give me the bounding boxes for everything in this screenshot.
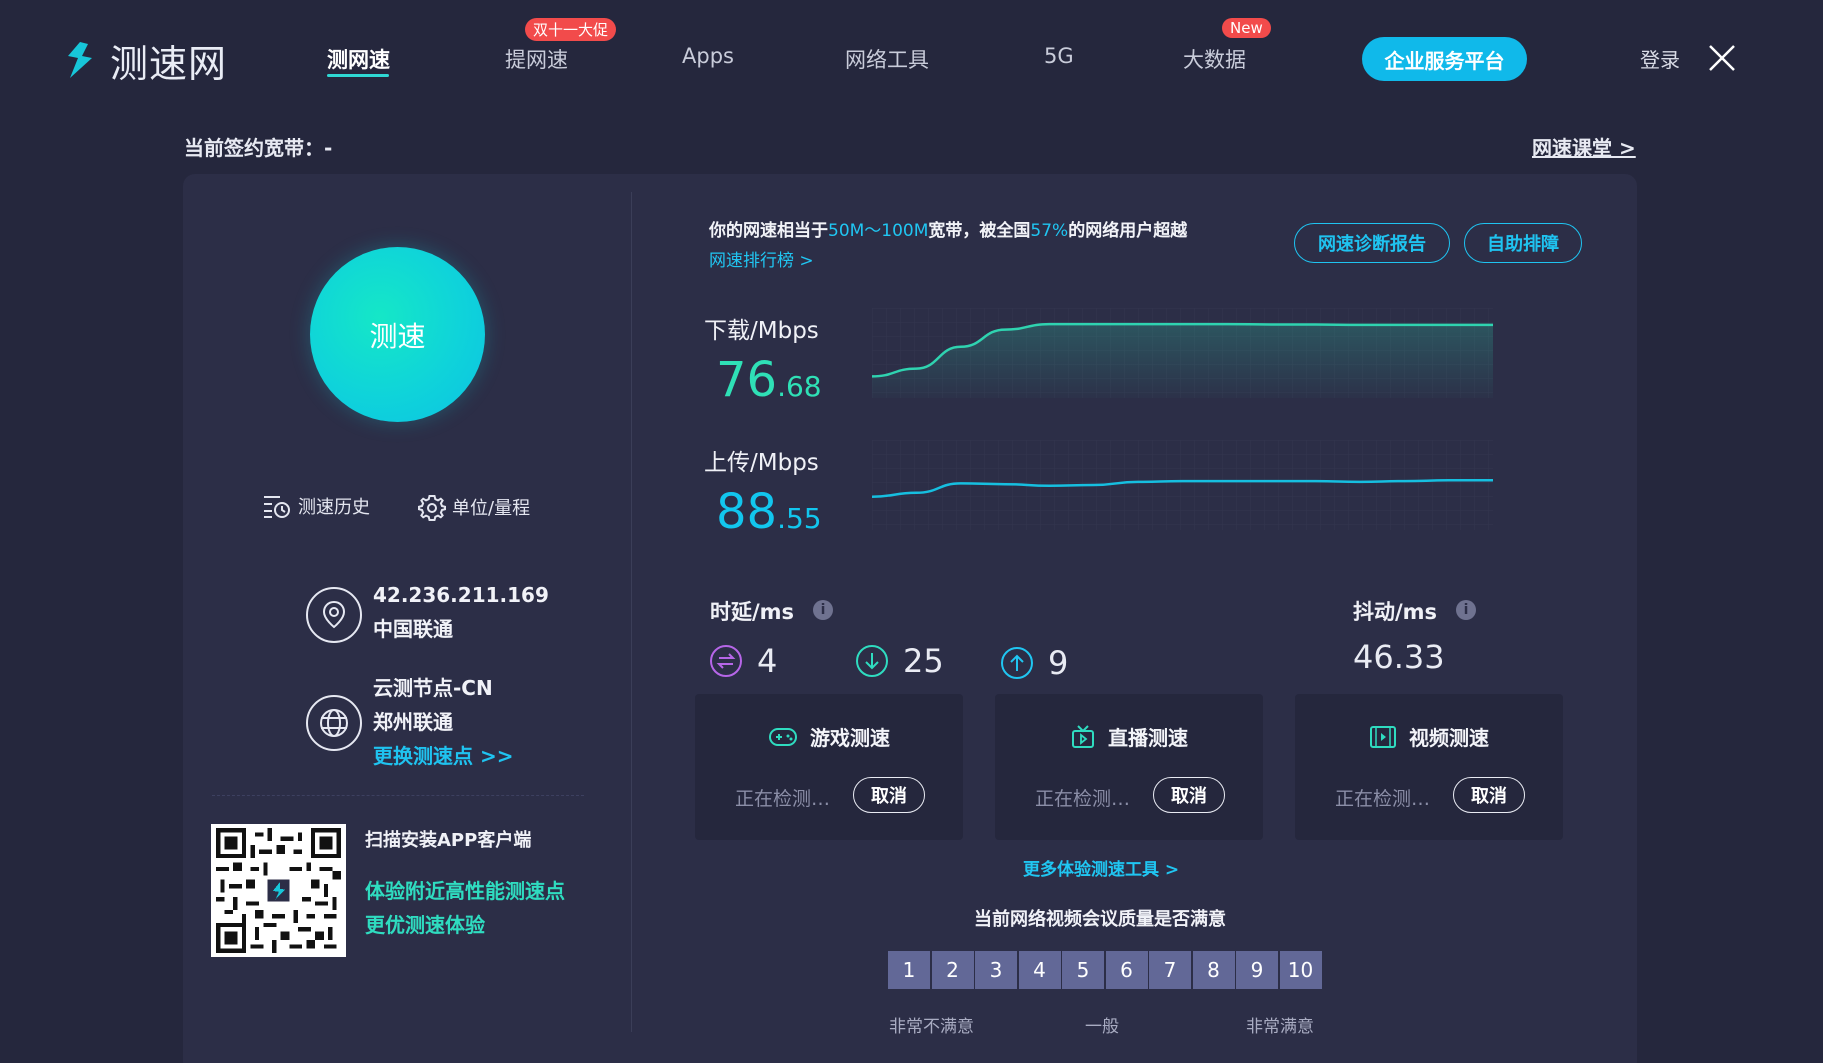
nav-big-data[interactable]: 大数据 [1183,44,1246,74]
login-link[interactable]: 登录 [1640,44,1680,73]
latency-label: 时延/ms [710,600,795,624]
qr-benefit-1: 体验附近高性能测速点 [365,879,565,903]
game-test-card: 游戏测速 正在检测… 取消 [695,694,963,840]
scale-high-label: 非常满意 [1246,1017,1314,1037]
live-test-card: 直播测速 正在检测… 取消 [995,694,1263,840]
nav-5g[interactable]: 5G [1044,44,1074,68]
upload-latency-icon [1001,647,1033,679]
nav-active-indicator [327,74,389,77]
latency-help-icon[interactable]: i [813,600,833,620]
left-divider [212,795,584,796]
history-icon [264,496,290,518]
nav-speed-test[interactable]: 测网速 [327,44,390,74]
rating-option[interactable]: 8 [1192,951,1235,989]
live-test-title: 直播测速 [1108,726,1188,750]
video-test-card: 视频测速 正在检测… 取消 [1295,694,1563,840]
history-label: 测速历史 [298,497,370,518]
logo[interactable]: 测速网 [58,36,227,86]
download-value: 76.68 [716,352,822,408]
survey-question: 当前网络视频会议质量是否满意 [974,909,1226,930]
video-test-title: 视频测速 [1409,726,1489,750]
units-range-button[interactable]: 单位/量程 [418,493,530,521]
jitter-value: 46.33 [1353,638,1445,676]
ping-value: 4 [757,642,778,680]
nav-network-tools[interactable]: 网络工具 [845,44,929,74]
download-label: 下载/Mbps [704,318,819,344]
rating-option[interactable]: 6 [1105,951,1148,989]
units-label: 单位/量程 [452,498,531,519]
equivalent-bandwidth: 50M～100M [828,221,929,241]
gamepad-icon [769,727,797,746]
game-test-title: 游戏测速 [810,726,890,750]
app-qr-code [211,824,346,957]
ip-address: 42.236.211.169 [373,583,549,607]
ping-icon [710,645,742,677]
qr-benefit-2: 更优测速体验 [365,913,485,937]
live-test-cancel-button[interactable]: 取消 [1153,777,1225,813]
download-chart [872,308,1493,398]
panel-divider [631,192,632,1032]
upload-value: 88.55 [716,484,822,540]
nav-boost-speed[interactable]: 提网速 [505,44,568,74]
percentile: 57% [1030,221,1069,241]
diagnosis-report-button[interactable]: 网速诊断报告 [1294,223,1450,263]
speed-summary: 你的网速相当于50M～100M宽带，被全国57%的网络用户超越 [709,221,1188,241]
download-latency-value: 25 [903,642,944,680]
nav-apps[interactable]: Apps [682,44,734,68]
contract-bandwidth: 当前签约宽带：- [184,136,333,160]
gear-icon [418,495,446,521]
rating-option[interactable]: 2 [931,951,974,989]
node-name: 云测节点-CN [373,676,493,700]
close-icon[interactable] [1707,43,1737,73]
upload-chart [872,440,1493,530]
jitter-label: 抖动/ms [1353,600,1438,624]
location-icon [306,587,362,643]
more-tools-link[interactable]: 更多体验测速工具 > [1023,855,1179,880]
promo-badge: 双十一大促 [525,18,617,41]
video-test-status: 正在检测… [1335,788,1431,810]
game-test-status: 正在检测… [735,788,831,810]
isp-name: 中国联通 [373,617,453,641]
film-icon [1370,725,1396,748]
live-test-status: 正在检测… [1035,788,1131,810]
globe-icon [306,695,362,751]
download-latency-icon [856,645,888,677]
game-test-cancel-button[interactable]: 取消 [853,777,925,813]
upload-latency-value: 9 [1048,644,1069,682]
scale-mid-label: 一般 [1085,1017,1119,1037]
upload-label: 上传/Mbps [704,450,819,476]
rating-option[interactable]: 7 [1149,951,1191,989]
rating-option[interactable]: 10 [1279,951,1322,989]
rating-option[interactable]: 1 [888,951,930,989]
logo-icon [68,42,92,78]
rating-scale: 1 2 3 4 5 6 7 8 9 10 [888,951,1323,989]
jitter-help-icon[interactable]: i [1456,600,1476,620]
start-test-button[interactable]: 测速 [310,247,485,422]
logo-text: 测速网 [110,41,228,86]
change-node-link[interactable]: 更换测速点 >> [373,739,513,773]
enterprise-platform-button[interactable]: 企业服务平台 [1362,37,1527,81]
rating-option[interactable]: 3 [975,951,1017,989]
rating-option[interactable]: 5 [1062,951,1104,989]
node-isp: 郑州联通 [373,710,453,734]
scale-low-label: 非常不满意 [889,1017,974,1037]
tv-play-icon [1072,724,1094,748]
test-history-button[interactable]: 测速历史 [262,493,370,519]
video-test-cancel-button[interactable]: 取消 [1453,777,1525,813]
rating-option[interactable]: 4 [1018,951,1061,989]
ip-info: 42.236.211.169 中国联通 [373,578,549,646]
new-badge: New [1222,18,1271,38]
speed-ranking-link[interactable]: 网速排行榜 > [709,246,814,271]
qr-title: 扫描安装APP客户端 [365,830,532,851]
self-troubleshoot-button[interactable]: 自助排障 [1464,223,1582,263]
speed-lesson-link[interactable]: 网速课堂 > [1532,132,1636,161]
node-info: 云测节点-CN 郑州联通 更换测速点 >> [373,671,513,773]
rating-option[interactable]: 9 [1236,951,1278,989]
